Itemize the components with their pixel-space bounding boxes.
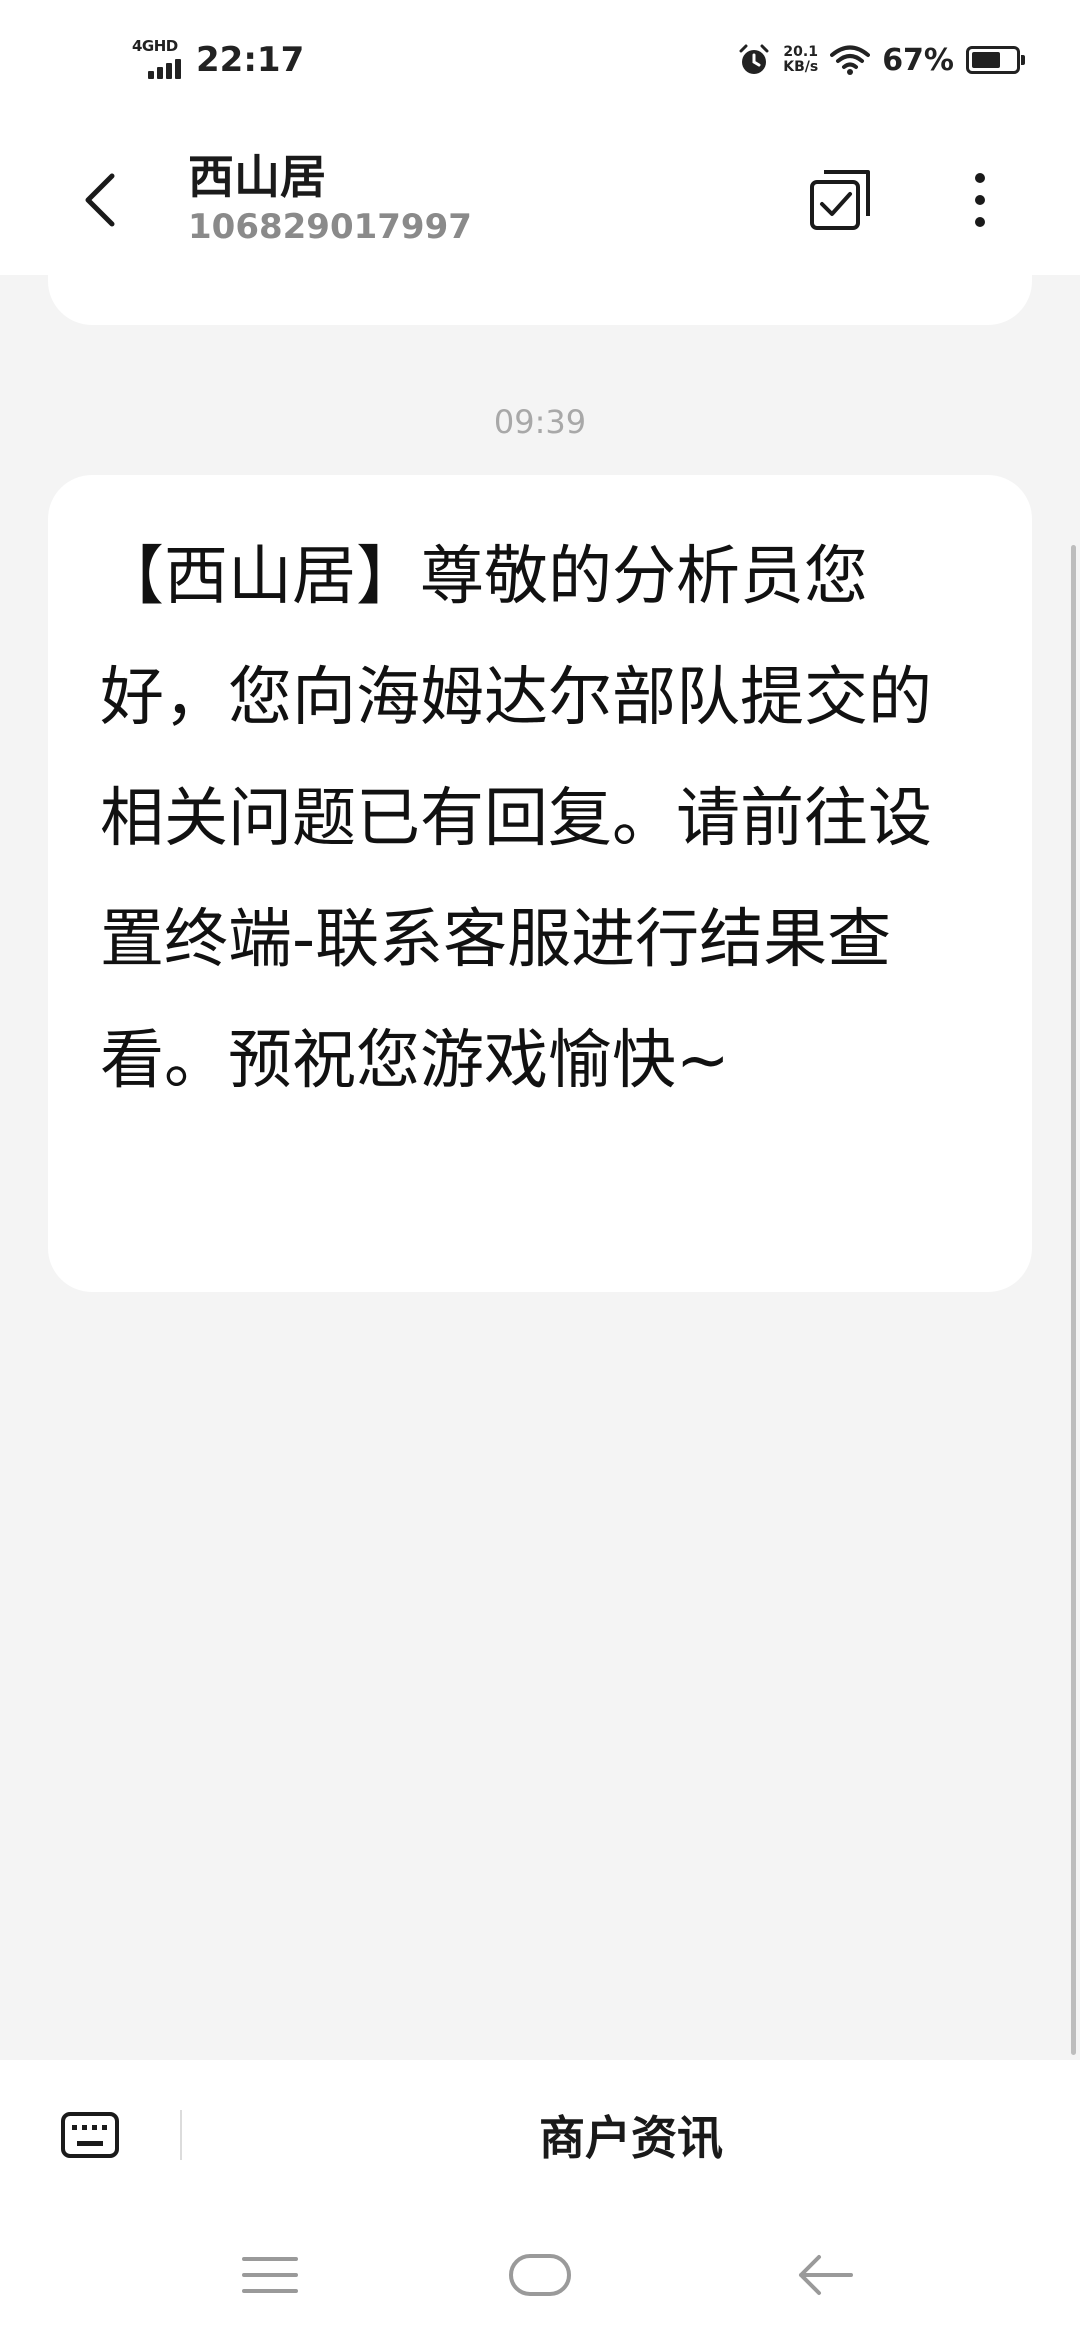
alarm-icon: [739, 44, 769, 74]
keyboard-icon: [61, 2112, 119, 2158]
more-options-button[interactable]: [940, 160, 1020, 240]
network-type: 4GHD: [132, 37, 178, 55]
battery-percent: 67%: [882, 42, 954, 78]
status-right: 20.1 KB/s 67%: [737, 36, 1025, 84]
more-vert-icon: [975, 173, 985, 227]
service-menu-bar: 商户资讯: [0, 2060, 1080, 2210]
multi-select-button[interactable]: [800, 160, 880, 240]
signal-icon: 4GHD: [132, 39, 186, 81]
status-bar: 4GHD 22:17 20.1 KB/s 67%: [0, 0, 1080, 120]
status-left: 4GHD 22:17: [132, 36, 304, 84]
network-speed: 20.1 KB/s: [783, 44, 819, 75]
contact-number: 106829017997: [188, 207, 472, 247]
home-icon: [509, 2254, 571, 2296]
back-button[interactable]: [60, 160, 140, 240]
multi-select-icon: [810, 170, 870, 230]
conversation-header: 西山居 106829017997: [0, 120, 1080, 275]
clock: 22:17: [196, 40, 305, 80]
message-text: 【西山居】尊敬的分析员您好，您向海姆达尔部队提交的相关问题已有回复。请前往设置终…: [100, 540, 932, 1098]
menu-icon: [242, 2257, 298, 2293]
battery-icon: [966, 46, 1025, 74]
back-icon: [799, 2255, 853, 2295]
keyboard-toggle-button[interactable]: [50, 2095, 130, 2175]
messaging-screen: 4GHD 22:17 20.1 KB/s 67% 西山居 10682901799…: [0, 0, 1080, 2340]
back-arrow-icon: [85, 173, 115, 227]
nav-back-button[interactable]: [775, 2235, 875, 2315]
scrollbar[interactable]: [1071, 545, 1076, 2055]
message-list[interactable]: 09:39 【西山居】尊敬的分析员您好，您向海姆达尔部队提交的相关问题已有回复。…: [0, 275, 1080, 2060]
contact-name: 西山居: [188, 150, 326, 204]
message-bubble[interactable]: 【西山居】尊敬的分析员您好，您向海姆达尔部队提交的相关问题已有回复。请前往设置终…: [48, 475, 1032, 1292]
contact-info: 西山居 106829017997: [188, 148, 472, 248]
menu-item-merchant-info[interactable]: 商户资讯: [182, 2060, 1080, 2210]
wifi-icon: [830, 45, 871, 75]
nav-menu-button[interactable]: [220, 2235, 320, 2315]
previous-message-bubble[interactable]: [48, 275, 1032, 325]
message-timestamp: 09:39: [493, 403, 587, 441]
nav-home-button[interactable]: [490, 2235, 590, 2315]
system-nav-bar: [0, 2210, 1080, 2340]
